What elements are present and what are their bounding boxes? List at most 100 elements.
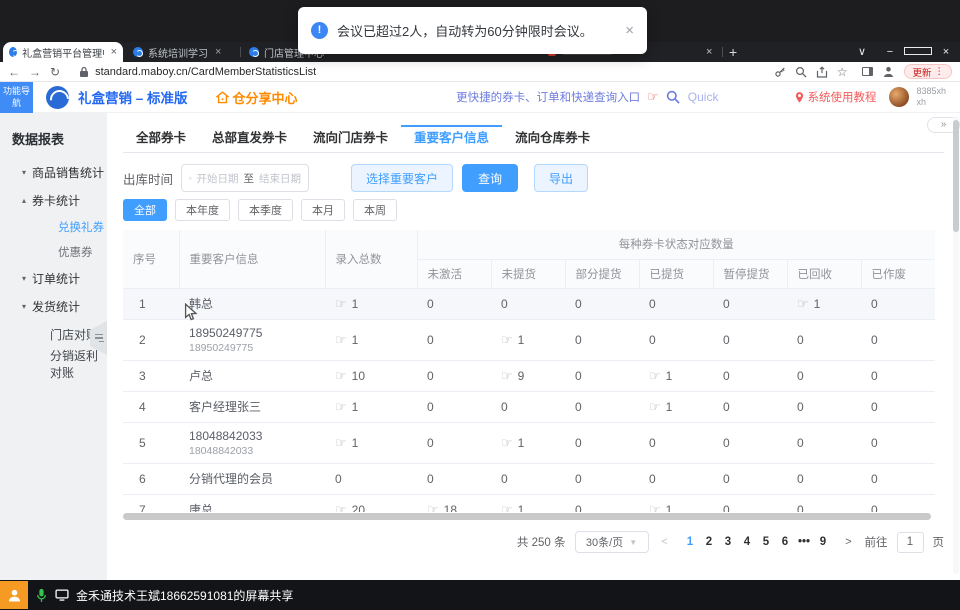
page-number-4[interactable]: 4	[738, 536, 757, 548]
cell-customer[interactable]: 唐总	[179, 494, 325, 512]
cell-status-未激活[interactable]: ☞18	[417, 494, 491, 512]
browser-tab[interactable]: 系统培训学习×	[127, 42, 239, 62]
quick-filter-本周[interactable]: 本周	[353, 199, 397, 221]
browser-tab[interactable]: 礼盒营销平台管理中心×	[3, 42, 123, 62]
cell-customer[interactable]: 1804884203318048842033	[179, 422, 325, 463]
close-icon[interactable]: ×	[706, 42, 712, 62]
page-number-1[interactable]: 1	[681, 536, 700, 548]
export-button[interactable]: 导出	[534, 164, 588, 192]
cell-total[interactable]: ☞10	[325, 360, 417, 391]
zoom-icon[interactable]	[795, 66, 807, 78]
quick-filter-本月[interactable]: 本月	[301, 199, 345, 221]
tab-流向仓库券卡[interactable]: 流向仓库券卡	[502, 125, 603, 152]
page-number-9[interactable]: 9	[814, 536, 833, 548]
cell-customer[interactable]: 1895024977518950249775	[179, 319, 325, 360]
cell-status-已回收[interactable]: ☞1	[787, 288, 861, 319]
cell-customer[interactable]: 卢总	[179, 360, 325, 391]
tab-重要客户信息[interactable]: 重要客户信息	[401, 125, 502, 152]
cell-customer[interactable]: 韩总	[179, 288, 325, 319]
chrome-update-button[interactable]: 更新⋮	[904, 64, 952, 79]
cell-status-未提货[interactable]: ☞1	[491, 422, 565, 463]
calendar-icon	[189, 173, 192, 184]
cell-status-暂停提货: 0	[713, 494, 787, 512]
hand-point-icon: ☞	[427, 502, 439, 513]
sidebar-item-商品销售统计[interactable]: ▾商品销售统计	[0, 158, 107, 186]
tab-流向门店券卡[interactable]: 流向门店券卡	[300, 125, 401, 152]
sidebar-item-发货统计[interactable]: ▾发货统计	[0, 292, 107, 320]
tab-close-icon[interactable]: ×	[215, 46, 221, 58]
quick-filter-全部[interactable]: 全部	[123, 199, 167, 221]
tab-总部直发券卡[interactable]: 总部直发券卡	[199, 125, 300, 152]
back-icon[interactable]: ←	[8, 65, 20, 79]
toast-close-icon[interactable]: ×	[625, 22, 634, 39]
sidebar-item-兑换礼券[interactable]: 兑换礼券	[0, 214, 107, 239]
url-field[interactable]: standard.maboy.cn/CardMemberStatisticsLi…	[79, 66, 765, 78]
query-button[interactable]: 查询	[462, 164, 518, 192]
new-tab-button[interactable]: +	[729, 42, 737, 62]
next-page-icon[interactable]: >	[842, 536, 856, 548]
cell-total[interactable]: ☞20	[325, 494, 417, 512]
tutorial-link[interactable]: 系统使用教程	[795, 89, 876, 105]
minimize-icon[interactable]: −	[876, 42, 904, 62]
col-total: 录入总数	[325, 230, 417, 288]
cell-total[interactable]: ☞1	[325, 288, 417, 319]
tab-全部券卡[interactable]: 全部券卡	[123, 125, 199, 152]
tab-search-icon[interactable]: ∨	[848, 42, 876, 62]
page-number-6[interactable]: 6	[776, 536, 795, 548]
select-important-customer-button[interactable]: 选择重要客户	[351, 164, 453, 192]
reload-icon[interactable]: ↻	[50, 65, 60, 79]
col-status-已提货: 已提货	[639, 259, 713, 288]
quick-filter-本季度[interactable]: 本季度	[238, 199, 293, 221]
hand-point-icon: ☞	[501, 435, 513, 450]
cell-status-已作废: 0	[861, 360, 935, 391]
microphone-icon[interactable]	[36, 588, 47, 603]
quick-search-icon[interactable]	[666, 90, 680, 104]
col-status-已回收: 已回收	[787, 259, 861, 288]
forward-icon[interactable]: →	[29, 65, 41, 79]
cell-status-未提货[interactable]: ☞1	[491, 494, 565, 512]
prev-page-icon[interactable]: <	[658, 536, 672, 548]
user-avatar[interactable]	[889, 87, 909, 107]
sidebar-item-订单统计[interactable]: ▾订单统计	[0, 264, 107, 292]
profile-icon[interactable]	[882, 65, 895, 78]
cell-status-未提货[interactable]: ☞9	[491, 360, 565, 391]
vertical-scrollbar[interactable]	[953, 116, 959, 574]
cell-customer[interactable]: 客户经理张三	[179, 391, 325, 422]
cell-status-已提货[interactable]: ☞1	[639, 494, 713, 512]
sidebar-item-优惠券[interactable]: 优惠券	[0, 239, 107, 264]
page-size-select[interactable]: 30条/页 ▼	[575, 531, 649, 553]
restore-icon[interactable]	[904, 42, 932, 62]
quick-entry-link[interactable]: 更快捷的券卡、订单和快递查询入口	[456, 89, 640, 105]
tab-close-icon[interactable]: ×	[111, 46, 117, 58]
quick-label[interactable]: Quick	[688, 90, 719, 104]
function-nav-toggle[interactable]: 功能导航	[0, 82, 33, 113]
cell-status-已作废: 0	[861, 288, 935, 319]
cell-total[interactable]: ☞1	[325, 422, 417, 463]
date-range-input[interactable]: 开始日期 至 结束日期	[181, 164, 309, 192]
sidebar-item-分销返利对账[interactable]: 分销返利对账	[0, 349, 107, 378]
cell-status-未提货[interactable]: ☞1	[491, 319, 565, 360]
sidebar-item-券卡统计[interactable]: ▴券卡统计	[0, 186, 107, 214]
side-panel-icon[interactable]	[862, 67, 873, 76]
warehouse-share-center-link[interactable]: 仓分享中心	[216, 88, 298, 107]
cell-status-已提货[interactable]: ☞1	[639, 391, 713, 422]
cell-total[interactable]: ☞1	[325, 391, 417, 422]
quick-filter-本年度[interactable]: 本年度	[175, 199, 230, 221]
page-number-2[interactable]: 2	[700, 536, 719, 548]
share-icon[interactable]	[816, 66, 828, 78]
sidebar-item-label: 发货统计	[32, 298, 80, 315]
user-info[interactable]: 8385xh xh	[916, 86, 946, 109]
goto-page-input[interactable]	[897, 532, 924, 553]
page-number-3[interactable]: 3	[719, 536, 738, 548]
cell-status-已提货[interactable]: ☞1	[639, 360, 713, 391]
cell-customer[interactable]: 分销代理的会员	[179, 463, 325, 494]
page-ellipsis[interactable]: •••	[795, 536, 814, 548]
end-date-placeholder: 结束日期	[259, 171, 301, 186]
window-close-icon[interactable]: ×	[932, 42, 960, 62]
horizontal-scrollbar[interactable]	[123, 513, 931, 520]
page-number-5[interactable]: 5	[757, 536, 776, 548]
cell-total[interactable]: ☞1	[325, 319, 417, 360]
password-key-icon[interactable]	[774, 66, 786, 78]
cell-status-未激活: 0	[417, 422, 491, 463]
bookmark-star-icon[interactable]: ☆	[837, 65, 848, 79]
